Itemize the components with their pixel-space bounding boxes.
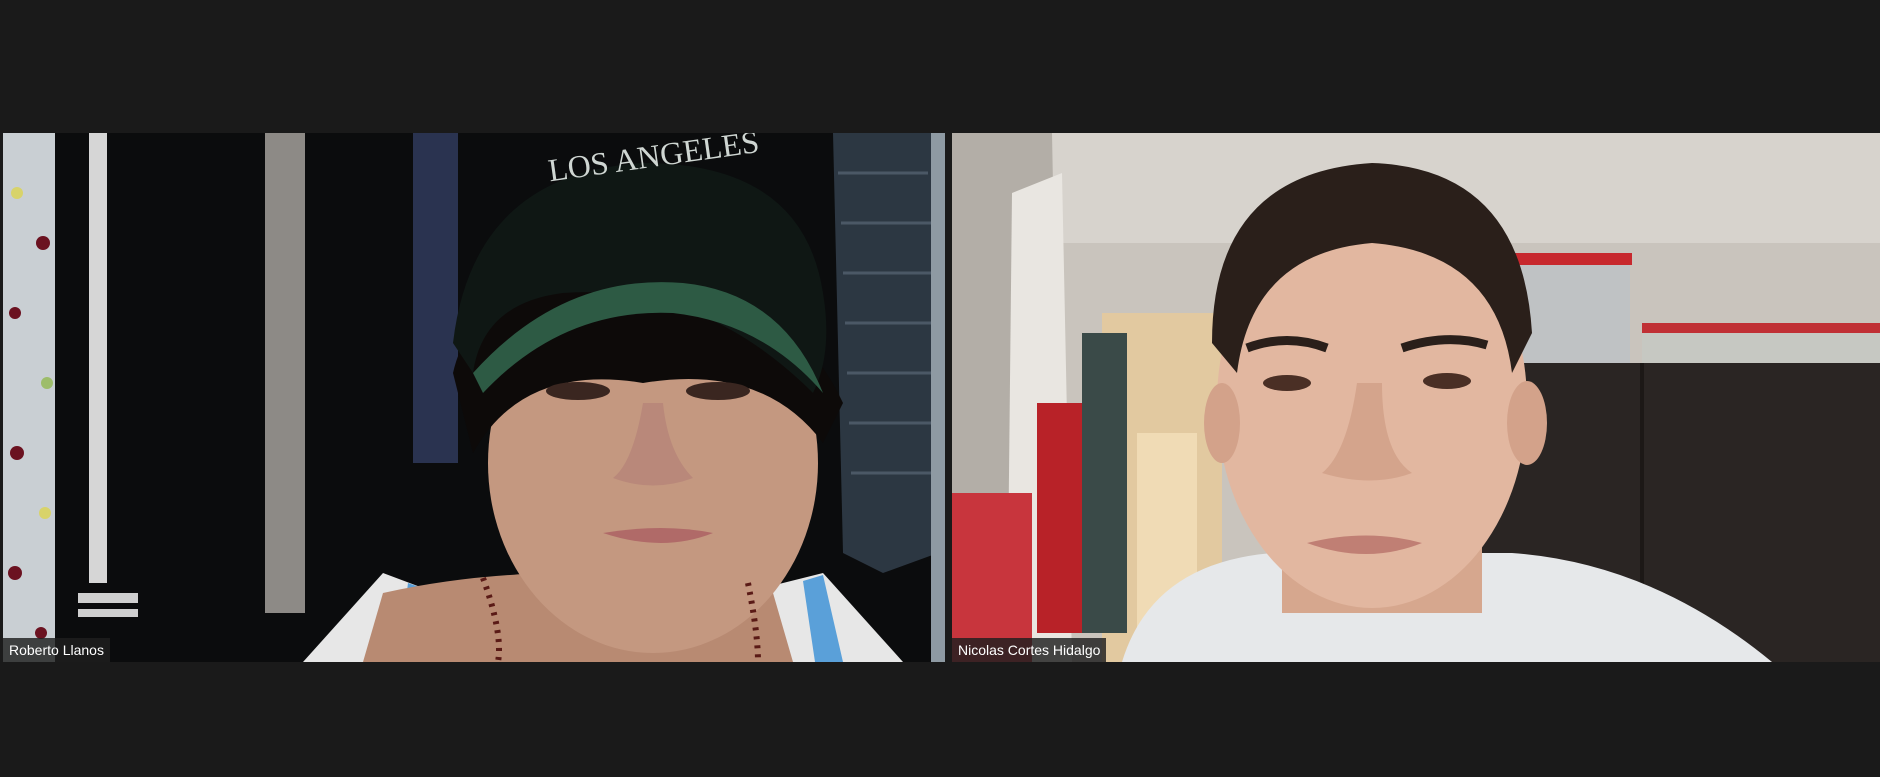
video-tile-nicolas-cortes-hidalgo[interactable]: Nicolas Cortes Hidalgo bbox=[952, 133, 1880, 662]
gallery-view: LOS ANGELES Roberto Llanos Nicolas Corte… bbox=[0, 0, 1880, 777]
video-feed: LOS ANGELES bbox=[3, 133, 945, 662]
participant-name-label: Nicolas Cortes Hidalgo bbox=[952, 638, 1107, 662]
video-feed bbox=[952, 133, 1880, 662]
participant-name-label: Roberto Llanos bbox=[3, 638, 110, 662]
video-tile-roberto-llanos[interactable]: LOS ANGELES Roberto Llanos bbox=[3, 133, 945, 662]
